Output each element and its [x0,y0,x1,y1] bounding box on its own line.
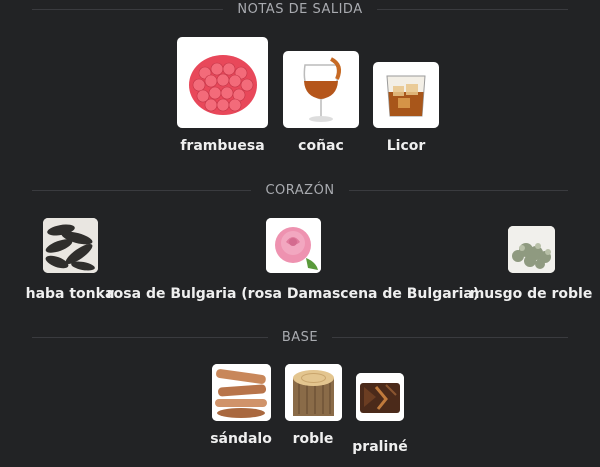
note-label: Licor [386,138,426,154]
note-label: coñac [298,138,344,154]
oakmoss-icon [507,226,555,273]
divider [348,190,569,191]
note-label: musgo de roble [469,286,593,302]
note-sandalo[interactable]: sándalo [210,364,272,447]
raspberry-icon [177,37,268,128]
note-frambuesa[interactable]: frambuesa [177,37,268,154]
note-label: frambuesa [180,138,265,154]
liquor-glass-icon [373,62,439,128]
divider [32,190,252,191]
cognac-glass-icon [283,51,359,128]
tonka-bean-icon [42,218,98,273]
note-praline[interactable]: praliné [352,373,408,455]
rose-icon [265,218,321,273]
note-label: haba tonka [25,286,115,302]
section-title-top: NOTAS DE SALIDA [0,2,600,17]
section-title-heart: CORAZÓN [0,183,600,198]
praline-icon [356,373,404,421]
divider [332,337,568,338]
note-rosa-bulgaria[interactable]: rosa de Bulgaria (rosa Damascena de Bulg… [107,218,479,302]
oak-log-icon [284,364,342,421]
note-label: roble [292,431,334,447]
note-label: rosa de Bulgaria (rosa Damascena de Bulg… [106,286,480,302]
note-label: sándalo [210,431,272,447]
note-haba-tonka[interactable]: haba tonka [25,218,115,302]
divider [32,337,268,338]
note-label: praliné [352,439,408,455]
section-title-base: BASE [0,330,600,345]
divider [32,9,224,10]
sandalwood-icon [211,364,271,421]
note-conac[interactable]: coñac [283,51,359,154]
divider [376,9,569,10]
section-title-top-text: NOTAS DE SALIDA [237,2,363,17]
note-roble[interactable]: roble [284,364,342,447]
section-title-base-text: BASE [281,330,319,345]
section-title-heart-text: CORAZÓN [265,183,335,198]
note-licor[interactable]: Licor [373,62,439,154]
note-musgo-roble[interactable]: musgo de roble [470,226,592,302]
